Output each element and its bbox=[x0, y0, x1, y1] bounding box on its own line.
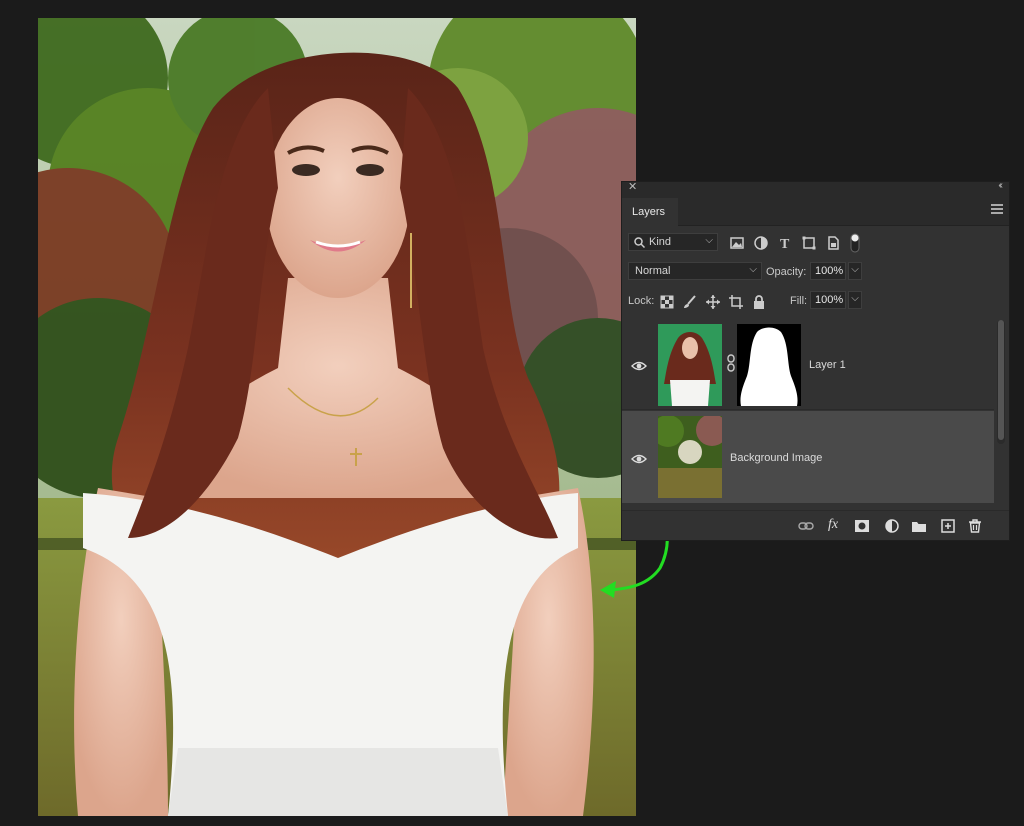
search-icon bbox=[634, 237, 645, 248]
scrollbar-thumb[interactable] bbox=[998, 320, 1004, 440]
panel-footer: fx bbox=[622, 510, 1009, 540]
layer-thumbnail bbox=[658, 416, 722, 498]
chevron-down-icon: ⌵ bbox=[705, 235, 713, 246]
tab-layers[interactable]: Layers bbox=[622, 198, 678, 226]
layers-panel: ✕ ‹‹ Layers Kind ⌵ T Normal ⌵ Opacity: 1… bbox=[621, 180, 1010, 541]
layer-row-selected[interactable]: Background Image bbox=[622, 411, 994, 503]
adjustment-filter-icon[interactable] bbox=[753, 235, 769, 251]
filter-row: Kind ⌵ T bbox=[622, 233, 1009, 255]
new-layer-icon[interactable] bbox=[940, 518, 956, 534]
close-panel-icon[interactable]: ✕ bbox=[628, 180, 637, 193]
fill-chevron-icon[interactable]: ⌵ bbox=[848, 291, 862, 309]
filter-toggle-icon[interactable] bbox=[850, 233, 860, 253]
image-filter-icon[interactable] bbox=[729, 235, 745, 251]
filter-kind-select[interactable]: Kind ⌵ bbox=[628, 233, 718, 251]
eye-visibility-icon[interactable] bbox=[631, 453, 647, 465]
delete-layer-icon[interactable] bbox=[967, 518, 983, 534]
document-canvas[interactable] bbox=[38, 18, 636, 816]
chevron-down-icon: ⌵ bbox=[749, 264, 757, 275]
mask-link-icon[interactable] bbox=[726, 354, 736, 372]
layer-name[interactable]: Background Image bbox=[730, 452, 822, 464]
eye-visibility-icon[interactable] bbox=[631, 360, 647, 372]
composite-photo bbox=[38, 18, 636, 816]
layer-row[interactable]: Layer 1 bbox=[622, 320, 994, 410]
fill-field[interactable]: 100% bbox=[810, 291, 846, 309]
lock-transparent-icon[interactable] bbox=[659, 294, 675, 310]
lock-position-icon[interactable] bbox=[705, 294, 721, 310]
layer-mask-thumbnail[interactable] bbox=[737, 324, 801, 406]
blend-mode-value: Normal bbox=[635, 265, 671, 277]
shape-filter-icon[interactable] bbox=[801, 235, 817, 251]
fill-value: 100% bbox=[815, 294, 844, 306]
svg-text:T: T bbox=[780, 237, 790, 251]
filter-kind-value: Kind bbox=[649, 236, 672, 248]
link-layers-icon[interactable] bbox=[798, 518, 814, 534]
layer-thumbnail bbox=[658, 324, 722, 406]
opacity-field[interactable]: 100% bbox=[810, 262, 846, 280]
panel-topbar: ✕ ‹‹ bbox=[622, 180, 1009, 194]
blend-mode-select[interactable]: Normal ⌵ bbox=[628, 262, 762, 280]
lock-image-icon[interactable] bbox=[682, 294, 698, 310]
tab-layers-label: Layers bbox=[632, 206, 666, 218]
opacity-label: Opacity: bbox=[766, 266, 807, 278]
collapse-panel-icon[interactable]: ‹‹ bbox=[998, 180, 1002, 191]
lock-label: Lock: bbox=[628, 295, 655, 307]
layer-name[interactable]: Layer 1 bbox=[809, 359, 846, 371]
add-mask-icon[interactable] bbox=[854, 518, 870, 534]
panel-tab-row: Layers bbox=[622, 194, 1009, 226]
opacity-value: 100% bbox=[815, 265, 844, 277]
fill-label: Fill: bbox=[790, 295, 808, 307]
type-filter-icon[interactable]: T bbox=[777, 235, 793, 251]
lock-all-icon[interactable] bbox=[751, 294, 767, 310]
layers-scrollbar[interactable] bbox=[997, 320, 1005, 444]
lock-artboard-icon[interactable] bbox=[728, 294, 744, 310]
smart-object-filter-icon[interactable] bbox=[825, 235, 841, 251]
panel-menu-icon[interactable] bbox=[991, 204, 1003, 214]
lock-row: Lock: Fill: 100% ⌵ bbox=[622, 291, 1009, 313]
new-group-icon[interactable] bbox=[911, 518, 927, 534]
fx-icon[interactable]: fx bbox=[828, 517, 838, 533]
blend-row: Normal ⌵ Opacity: 100% ⌵ bbox=[622, 262, 1009, 284]
opacity-chevron-icon[interactable]: ⌵ bbox=[848, 262, 862, 280]
adjustment-layer-icon[interactable] bbox=[884, 518, 900, 534]
